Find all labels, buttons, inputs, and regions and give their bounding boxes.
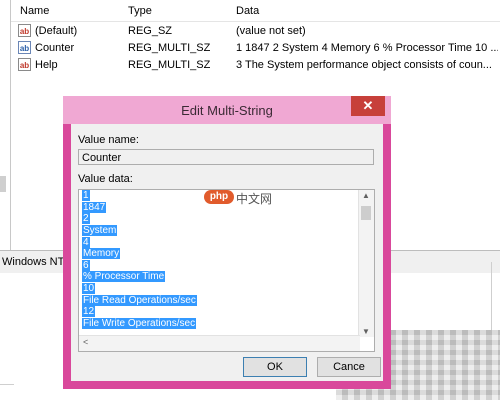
- value-data-line: % Processor Time: [82, 271, 166, 283]
- value-data-line: System: [82, 224, 118, 236]
- scroll-up-icon[interactable]: ▲: [362, 191, 370, 200]
- list-header: Name Type Data: [11, 0, 500, 22]
- value-name: Counter: [35, 42, 75, 54]
- value-data-label: Value data:: [78, 173, 133, 185]
- column-header-data[interactable]: Data: [236, 5, 259, 17]
- horizontal-scrollbar[interactable]: <: [79, 335, 360, 351]
- dialog-titlebar[interactable]: Edit Multi-String ✕: [63, 96, 391, 124]
- watermark-logo: php: [204, 190, 234, 204]
- value-type: REG_SZ: [128, 25, 173, 37]
- address-text: Windows NT\: [2, 256, 68, 268]
- value-name: Help: [35, 59, 58, 71]
- value-data-lines: 1 1847 2 System 4 Memory 6 % Processor T…: [82, 190, 197, 330]
- value-data-line: 1847: [82, 201, 107, 213]
- list-item-help[interactable]: ab Help REG_MULTI_SZ 3 The System perfor…: [11, 57, 500, 74]
- column-header-name[interactable]: Name: [20, 5, 49, 17]
- value-type: REG_MULTI_SZ: [128, 59, 211, 71]
- ok-button[interactable]: OK: [243, 357, 307, 377]
- value-data-textarea[interactable]: 1 1847 2 System 4 Memory 6 % Processor T…: [78, 189, 375, 352]
- close-icon[interactable]: ✕: [351, 96, 385, 116]
- value-type: REG_MULTI_SZ: [128, 42, 211, 54]
- value-data-line: File Write Operations/sec: [82, 318, 197, 330]
- value-name-field: Counter: [78, 149, 374, 165]
- scroll-left-icon[interactable]: <: [83, 337, 88, 347]
- tree-scrollbar[interactable]: [0, 176, 6, 192]
- value-data: 1 1847 2 System 4 Memory 6 % Processor T…: [236, 42, 498, 54]
- value-data-line: 2: [82, 213, 90, 225]
- value-data-line: 4: [82, 236, 90, 248]
- key-tree-pane[interactable]: [0, 0, 11, 250]
- value-data-line: Memory: [82, 248, 121, 260]
- registry-multistring-icon: ab: [18, 41, 31, 54]
- scroll-thumb[interactable]: [361, 206, 371, 220]
- value-data-line: File Read Operations/sec: [82, 294, 197, 306]
- registry-string-icon: ab: [18, 58, 31, 71]
- dialog-title: Edit Multi-String: [181, 103, 273, 118]
- list-item-default[interactable]: ab (Default) REG_SZ (value not set): [11, 23, 500, 40]
- watermark-text: 中文网: [236, 192, 273, 206]
- value-name-text: Counter: [82, 152, 122, 164]
- value-data-line: 1: [82, 190, 90, 201]
- value-name: (Default): [35, 25, 78, 37]
- cancel-button[interactable]: Cance: [317, 357, 381, 377]
- pane-divider: [0, 384, 14, 385]
- scroll-down-icon[interactable]: ▼: [362, 327, 370, 336]
- vertical-scrollbar[interactable]: ▲ ▼: [358, 190, 374, 337]
- value-data: (value not set): [236, 25, 306, 37]
- value-data-line: 10: [82, 283, 96, 295]
- value-data-line: 6: [82, 259, 90, 271]
- column-header-type[interactable]: Type: [128, 5, 152, 17]
- value-data-line: 12: [82, 306, 96, 318]
- value-name-label: Value name:: [78, 134, 139, 146]
- list-item-counter[interactable]: ab Counter REG_MULTI_SZ 1 1847 2 System …: [11, 40, 500, 57]
- value-data: 3 The System performance object consists…: [236, 59, 492, 71]
- edit-multi-string-dialog: Edit Multi-String ✕ Value name: Counter …: [63, 96, 391, 389]
- registry-string-icon: ab: [18, 24, 31, 37]
- dialog-body: Value name: Counter Value data: 1 1847 2…: [71, 124, 383, 381]
